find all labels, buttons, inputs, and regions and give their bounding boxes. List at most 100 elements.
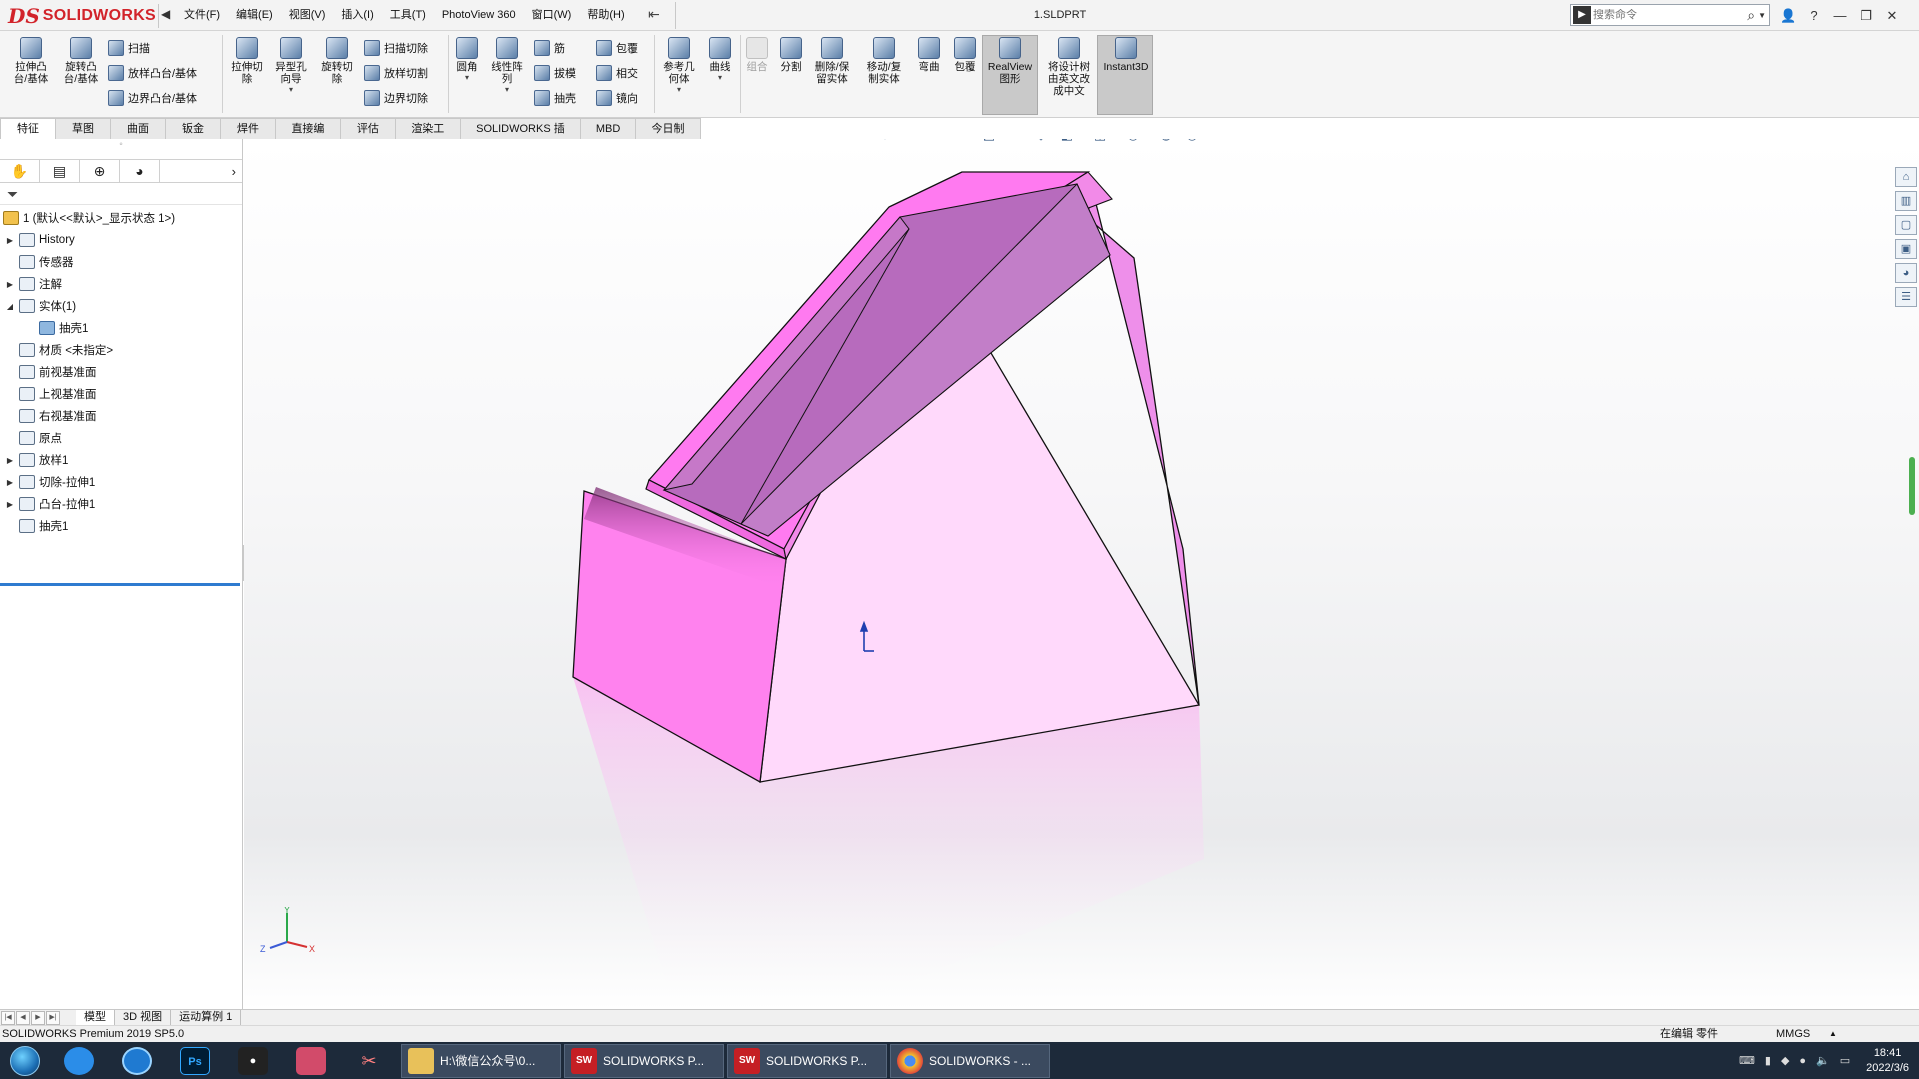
translate-tree-button[interactable]: 将设计树 由英文改 成中文 [1044,37,1094,97]
view-palette-icon[interactable]: ▣ [1895,239,1917,259]
restore-button[interactable]: ❐ [1858,8,1874,24]
move-copy-body-button[interactable]: 移动/复 制实体 [861,37,907,85]
tree-item[interactable]: ▶ 注解 [0,273,242,295]
appearances-icon[interactable]: ◕ [1895,263,1917,283]
feature-tree-tab-icon[interactable]: ✋ [0,160,40,182]
delete-keep-body-button[interactable]: 删除/保 留实体 [809,37,855,85]
draft-button[interactable]: 拔模 [534,63,576,83]
search-input[interactable] [1593,9,1733,21]
taskbar-app-media[interactable] [282,1042,340,1079]
boundary-cut-button[interactable]: 边界切除 [364,88,428,108]
custom-properties-icon[interactable]: ☰ [1895,287,1917,307]
boundary-boss-button[interactable]: 边界凸台/基体 [108,88,197,108]
network-icon[interactable]: ▮ [1765,1054,1771,1067]
design-library-icon[interactable]: ▥ [1895,191,1917,211]
sweep-cut-button[interactable]: 扫描切除 [364,38,428,58]
menu-window[interactable]: 窗口(W) [524,0,580,31]
linear-pattern-dropdown-icon[interactable]: ▾ [505,85,509,94]
expand-arrow-icon[interactable]: ▶ [4,456,16,465]
solidworks-logo[interactable]: DS SOLIDWORKS [8,4,156,28]
loft-boss-button[interactable]: 放样凸台/基体 [108,63,197,83]
tree-item[interactable]: 右视基准面 [0,405,242,427]
antivirus-icon[interactable]: ◆ [1781,1054,1789,1067]
extrude-boss-button[interactable]: 拉伸凸 台/基体 [8,37,54,85]
tab-features[interactable]: 特征 [0,118,56,139]
tab-mbd[interactable]: MBD [580,118,637,139]
revolve-cut-button[interactable]: 旋转切 除 [314,37,360,85]
menu-file[interactable]: 文件(F) [176,0,228,31]
file-explorer-icon[interactable]: ▢ [1895,215,1917,235]
loft-cut-button[interactable]: 放样切割 [364,63,428,83]
tree-item[interactable]: 材质 <未指定> [0,339,242,361]
tab-evaluate[interactable]: 评估 [339,118,396,139]
view-triad[interactable]: Y X Z [252,907,322,967]
tab-sketch[interactable]: 草图 [55,118,111,139]
fillet-dropdown-icon[interactable]: ▾ [465,73,469,82]
search-commands-box[interactable]: ▶ ⌕ ▼ [1570,4,1770,26]
tree-root-part[interactable]: 1 (默认<<默认>_显示状态 1>) [0,207,242,229]
reference-geometry-dropdown-icon[interactable]: ▾ [677,85,681,94]
wechat-icon[interactable]: ● [1799,1055,1806,1067]
panel-collapse-handle[interactable]: ◦ [0,139,242,159]
help-button[interactable]: ? [1806,8,1822,23]
tree-item[interactable]: ▶ 放样1 [0,449,242,471]
expand-arrow-icon[interactable]: ▶ [4,280,16,289]
minimize-button[interactable]: — [1832,8,1848,23]
tab-surfaces[interactable]: 曲面 [110,118,166,139]
split-button[interactable]: 分割 [768,37,814,73]
tree-item[interactable]: 抽壳1 [0,515,242,537]
tab-render-tools[interactable]: 渲染工具 [394,118,461,155]
tab-3dexperience[interactable]: 今日制造 [635,118,701,155]
instant3d-button[interactable]: Instant3D [1100,37,1152,73]
revolve-boss-button[interactable]: 旋转凸 台/基体 [58,37,104,85]
property-manager-tab-icon[interactable]: ▤ [40,160,80,182]
graphics-area[interactable]: ⤒ ⌕ ⌕ ↶ ◩ ✎ ◈ ◧ ▾ ◫ ▾ ◉ ▾ ◍ ◎ ▾ ▭ ▾ ◧ ◨ … [244,139,1919,1009]
collapse-arrow-icon[interactable]: ◢ [4,302,16,311]
tab-direct-editing[interactable]: 直接编辑 [275,118,341,155]
unit-system[interactable]: MMGS [1776,1026,1810,1042]
hole-wizard-dropdown-icon[interactable]: ▾ [289,85,293,94]
user-icon[interactable]: 👤 [1780,8,1796,24]
taskbar-app-obs[interactable]: ● [224,1042,282,1079]
tab-solidworks-addins[interactable]: SOLIDWORKS 插件 [459,118,582,155]
taskbar-app-snipping[interactable]: ✂ [340,1042,398,1079]
tree-item[interactable]: 上视基准面 [0,383,242,405]
search-dropdown-icon[interactable]: ▼ [1758,11,1766,20]
display-manager-tab-icon[interactable]: ◕ [120,160,160,182]
rib-button[interactable]: 筋 [534,38,565,58]
volume-icon[interactable]: 🔈 [1816,1054,1830,1067]
unit-system-dropdown-icon[interactable]: ▲ [1829,1026,1837,1042]
last-tab-icon[interactable]: ▶| [46,1010,60,1025]
reference-geometry-button[interactable]: 参考几 何体 ▾ [656,37,702,94]
tab-3d-views[interactable]: 3D 视图 [115,1009,172,1026]
prev-tab-icon[interactable]: ◀ [16,1010,30,1025]
close-button[interactable]: ✕ [1884,8,1900,24]
linear-pattern-button[interactable]: 线性阵 列 ▾ [484,37,530,94]
pin-menu-icon[interactable]: ⇤ [648,6,660,23]
shell-button[interactable]: 抽壳 [534,88,576,108]
keyboard-icon[interactable]: ⌨ [1739,1054,1755,1067]
sweep-button[interactable]: 扫描 [108,38,150,58]
action-center-icon[interactable]: ▭ [1840,1054,1850,1067]
extrude-cut-button[interactable]: 拉伸切 除 [224,37,270,85]
taskbar-window-solidworks-1[interactable]: SW SOLIDWORKS P... [564,1043,724,1078]
start-button[interactable] [0,1042,50,1079]
shelled-part-model[interactable] [244,139,1919,1009]
expand-arrow-icon[interactable]: ▶ [4,478,16,487]
next-tab-icon[interactable]: ▶ [31,1010,45,1025]
menu-collapse-arrow-icon[interactable]: ◀ [161,7,170,21]
tree-item[interactable]: ▶ 切除-拉伸1 [0,471,242,493]
menu-edit[interactable]: 编辑(E) [228,0,281,31]
configuration-manager-tab-icon[interactable]: ⊕ [80,160,120,182]
menu-insert[interactable]: 插入(I) [333,0,381,31]
tree-item[interactable]: ▶ History [0,229,242,251]
curves-dropdown-icon[interactable]: ▾ [718,73,722,82]
home-icon[interactable]: ⌂ [1895,167,1917,187]
tree-item[interactable]: ▶ 凸台-拉伸1 [0,493,242,515]
viewport-scroll-indicator[interactable] [1909,457,1915,515]
realview-button[interactable]: RealView 图形 [987,37,1033,85]
more-tabs-chevron-icon[interactable]: › [232,164,236,179]
tree-item[interactable]: 原点 [0,427,242,449]
menu-view[interactable]: 视图(V) [281,0,334,31]
menu-photoview[interactable]: PhotoView 360 [434,0,524,31]
